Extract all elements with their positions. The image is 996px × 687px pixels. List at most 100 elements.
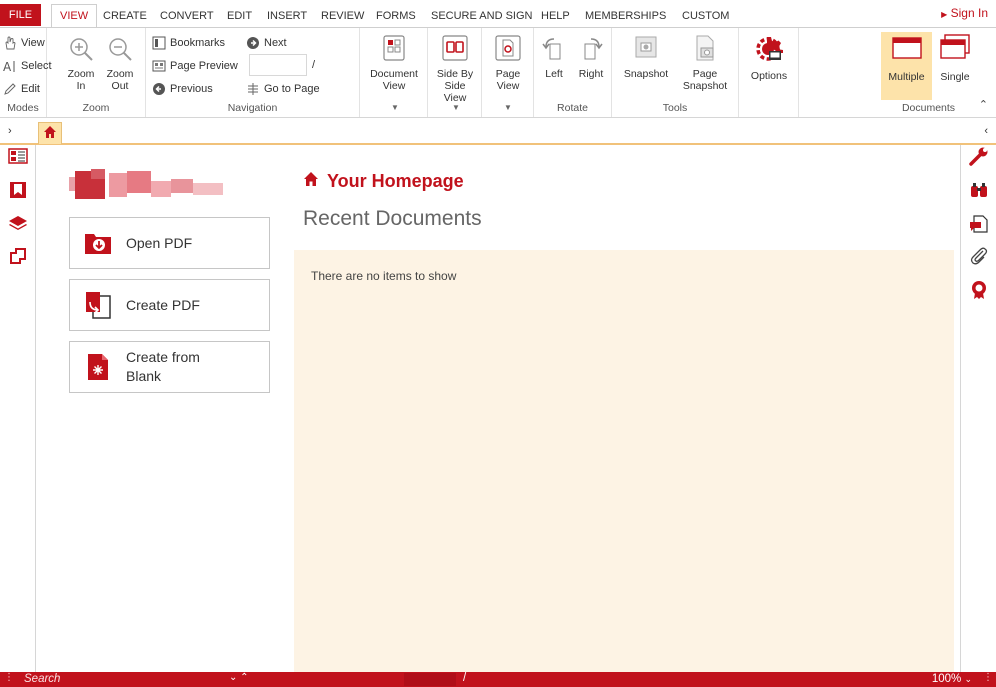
select-mode-button[interactable]: A Select xyxy=(3,59,52,74)
collapse-ribbon-icon[interactable]: ⌃ xyxy=(979,98,988,111)
page-view-button[interactable]: Page View xyxy=(484,34,532,92)
right-sidebar xyxy=(960,145,996,672)
create-pdf-label: Create PDF xyxy=(126,296,200,315)
grip-icon: ⋮ xyxy=(4,672,14,683)
snapshot-label: Snapshot xyxy=(623,68,669,80)
menu-tab-secure-and-sign[interactable]: SECURE AND SIGN xyxy=(431,7,532,25)
zoom-in-button[interactable]: Zoom In xyxy=(63,36,99,92)
rotate-right-label: Right xyxy=(578,68,604,80)
menu-tab-convert[interactable]: CONVERT xyxy=(160,7,214,25)
previous-arrow-icon xyxy=(152,82,166,96)
menu-tab-memberships[interactable]: MEMBERSHIPS xyxy=(585,7,666,25)
group-side-by-side: Side By Side View ▼ xyxy=(428,28,482,117)
create-from-blank-button[interactable]: Create from Blank xyxy=(69,341,270,393)
expand-right-panel-icon[interactable]: ‹ xyxy=(984,125,988,137)
page-view-dropdown-icon[interactable]: ▼ xyxy=(504,103,512,112)
search-options-icon[interactable]: ⌄ ⌃ xyxy=(229,672,249,683)
menu-tab-review[interactable]: REVIEW xyxy=(321,7,364,25)
rotate-left-button[interactable]: Left xyxy=(537,34,571,80)
create-pdf-button[interactable]: Create PDF xyxy=(69,279,270,331)
menu-tab-insert[interactable]: INSERT xyxy=(267,7,307,25)
menu-tab-help[interactable]: HELP xyxy=(541,7,570,25)
edit-mode-button[interactable]: Edit xyxy=(3,82,40,96)
menu-tab-edit[interactable]: EDIT xyxy=(227,7,252,25)
new-blank-document-icon xyxy=(84,353,112,381)
group-page-view: Page View ▼ xyxy=(482,28,534,117)
page-snapshot-button[interactable]: Page Snapshot xyxy=(676,34,734,92)
comments-panel-button[interactable] xyxy=(967,213,991,237)
homepage-content: Open PDF Create PDF Create from Blank Yo… xyxy=(37,145,959,672)
bookmarks-button[interactable]: Bookmarks xyxy=(152,36,225,50)
create-pdf-icon xyxy=(84,291,112,319)
thumbnails-panel-button[interactable] xyxy=(6,145,30,169)
select-text-icon: A xyxy=(3,59,17,74)
menu-tab-forms[interactable]: FORMS xyxy=(376,7,416,25)
open-pdf-label: Open PDF xyxy=(126,234,192,253)
group-modes: View A Select Edit Modes xyxy=(0,28,52,117)
go-to-page-button[interactable]: Go to Page xyxy=(246,82,320,96)
page-number-input[interactable] xyxy=(249,54,307,76)
document-view-button[interactable]: Document View xyxy=(364,34,424,92)
open-folder-icon xyxy=(84,229,112,257)
menu-tab-custom[interactable]: CUSTOM xyxy=(682,7,729,25)
previous-page-button[interactable]: Previous xyxy=(152,82,213,96)
menu-tab-create[interactable]: CREATE xyxy=(103,7,147,25)
home-title-icon xyxy=(303,171,319,192)
zoom-out-label-1: Zoom xyxy=(106,68,134,80)
bookmarks-panel-button[interactable] xyxy=(6,179,30,203)
layers-panel-button[interactable] xyxy=(6,213,30,237)
ribbon: View A Select Edit Modes Zoom In Zoom Ou… xyxy=(0,27,996,118)
resize-grip-icon: ⋮ xyxy=(983,672,993,683)
zoom-in-icon xyxy=(63,36,99,65)
award-ribbon-icon xyxy=(969,280,989,303)
gear-icon xyxy=(743,34,795,67)
document-tab-strip: › ‹ xyxy=(0,119,996,145)
group-label-modes: Modes xyxy=(7,102,39,114)
home-tab[interactable] xyxy=(38,122,62,144)
previous-page-label: Previous xyxy=(170,83,213,95)
view-mode-button[interactable]: View xyxy=(3,36,45,50)
open-pdf-button[interactable]: Open PDF xyxy=(69,217,270,269)
single-document-label: Single xyxy=(940,71,970,83)
attachments-panel-button[interactable] xyxy=(967,245,991,269)
pages-panel-button[interactable] xyxy=(6,245,30,269)
status-search-input[interactable]: Search xyxy=(24,673,60,685)
next-page-button[interactable]: Next xyxy=(246,36,287,50)
page-snapshot-label-2: Snapshot xyxy=(682,80,728,92)
page-view-label-2: View xyxy=(496,80,520,92)
zoom-out-button[interactable]: Zoom Out xyxy=(102,36,138,92)
search-panel-button[interactable] xyxy=(967,179,991,203)
side-by-side-label-1: Side By xyxy=(436,68,474,80)
zoom-level-dropdown[interactable]: 100% ⌄ xyxy=(932,673,972,685)
group-label-documents: Documents xyxy=(901,102,956,114)
menu-tab-view[interactable]: VIEW xyxy=(51,4,98,28)
group-documents: Multiple Single Documents ⌃ xyxy=(879,28,996,117)
single-document-button[interactable]: Single xyxy=(935,32,975,83)
binoculars-icon xyxy=(969,180,989,203)
page-preview-button[interactable]: Page Preview xyxy=(152,59,238,73)
multiple-windows-icon xyxy=(881,34,932,63)
bookmarks-icon xyxy=(152,36,166,50)
certificates-panel-button[interactable] xyxy=(967,279,991,303)
side-by-side-dropdown-icon[interactable]: ▼ xyxy=(452,103,460,112)
multiple-documents-button[interactable]: Multiple xyxy=(881,32,932,100)
status-page-input[interactable] xyxy=(404,673,456,686)
expand-left-panel-icon[interactable]: › xyxy=(8,125,12,137)
document-view-dropdown-icon[interactable]: ▼ xyxy=(391,103,399,112)
tools-panel-button[interactable] xyxy=(967,145,991,169)
page-preview-icon xyxy=(152,59,166,73)
next-page-label: Next xyxy=(264,37,287,49)
sign-in-link[interactable]: ▶ Sign In xyxy=(941,6,988,20)
options-label: Options xyxy=(750,70,788,82)
go-to-page-label: Go to Page xyxy=(264,83,320,95)
snapshot-button[interactable]: Snapshot xyxy=(618,34,674,80)
homepage-title: Your Homepage xyxy=(303,171,464,192)
create-from-blank-label-1: Create from xyxy=(126,349,200,365)
side-by-side-view-button[interactable]: Side By Side View xyxy=(430,34,480,104)
group-label-navigation: Navigation xyxy=(227,102,278,114)
empty-list-message: There are no items to show xyxy=(311,269,457,283)
side-by-side-label-2: Side xyxy=(444,80,466,92)
menu-file[interactable]: FILE xyxy=(0,4,41,26)
rotate-right-button[interactable]: Right xyxy=(573,34,609,80)
options-button[interactable]: Options xyxy=(743,34,795,82)
